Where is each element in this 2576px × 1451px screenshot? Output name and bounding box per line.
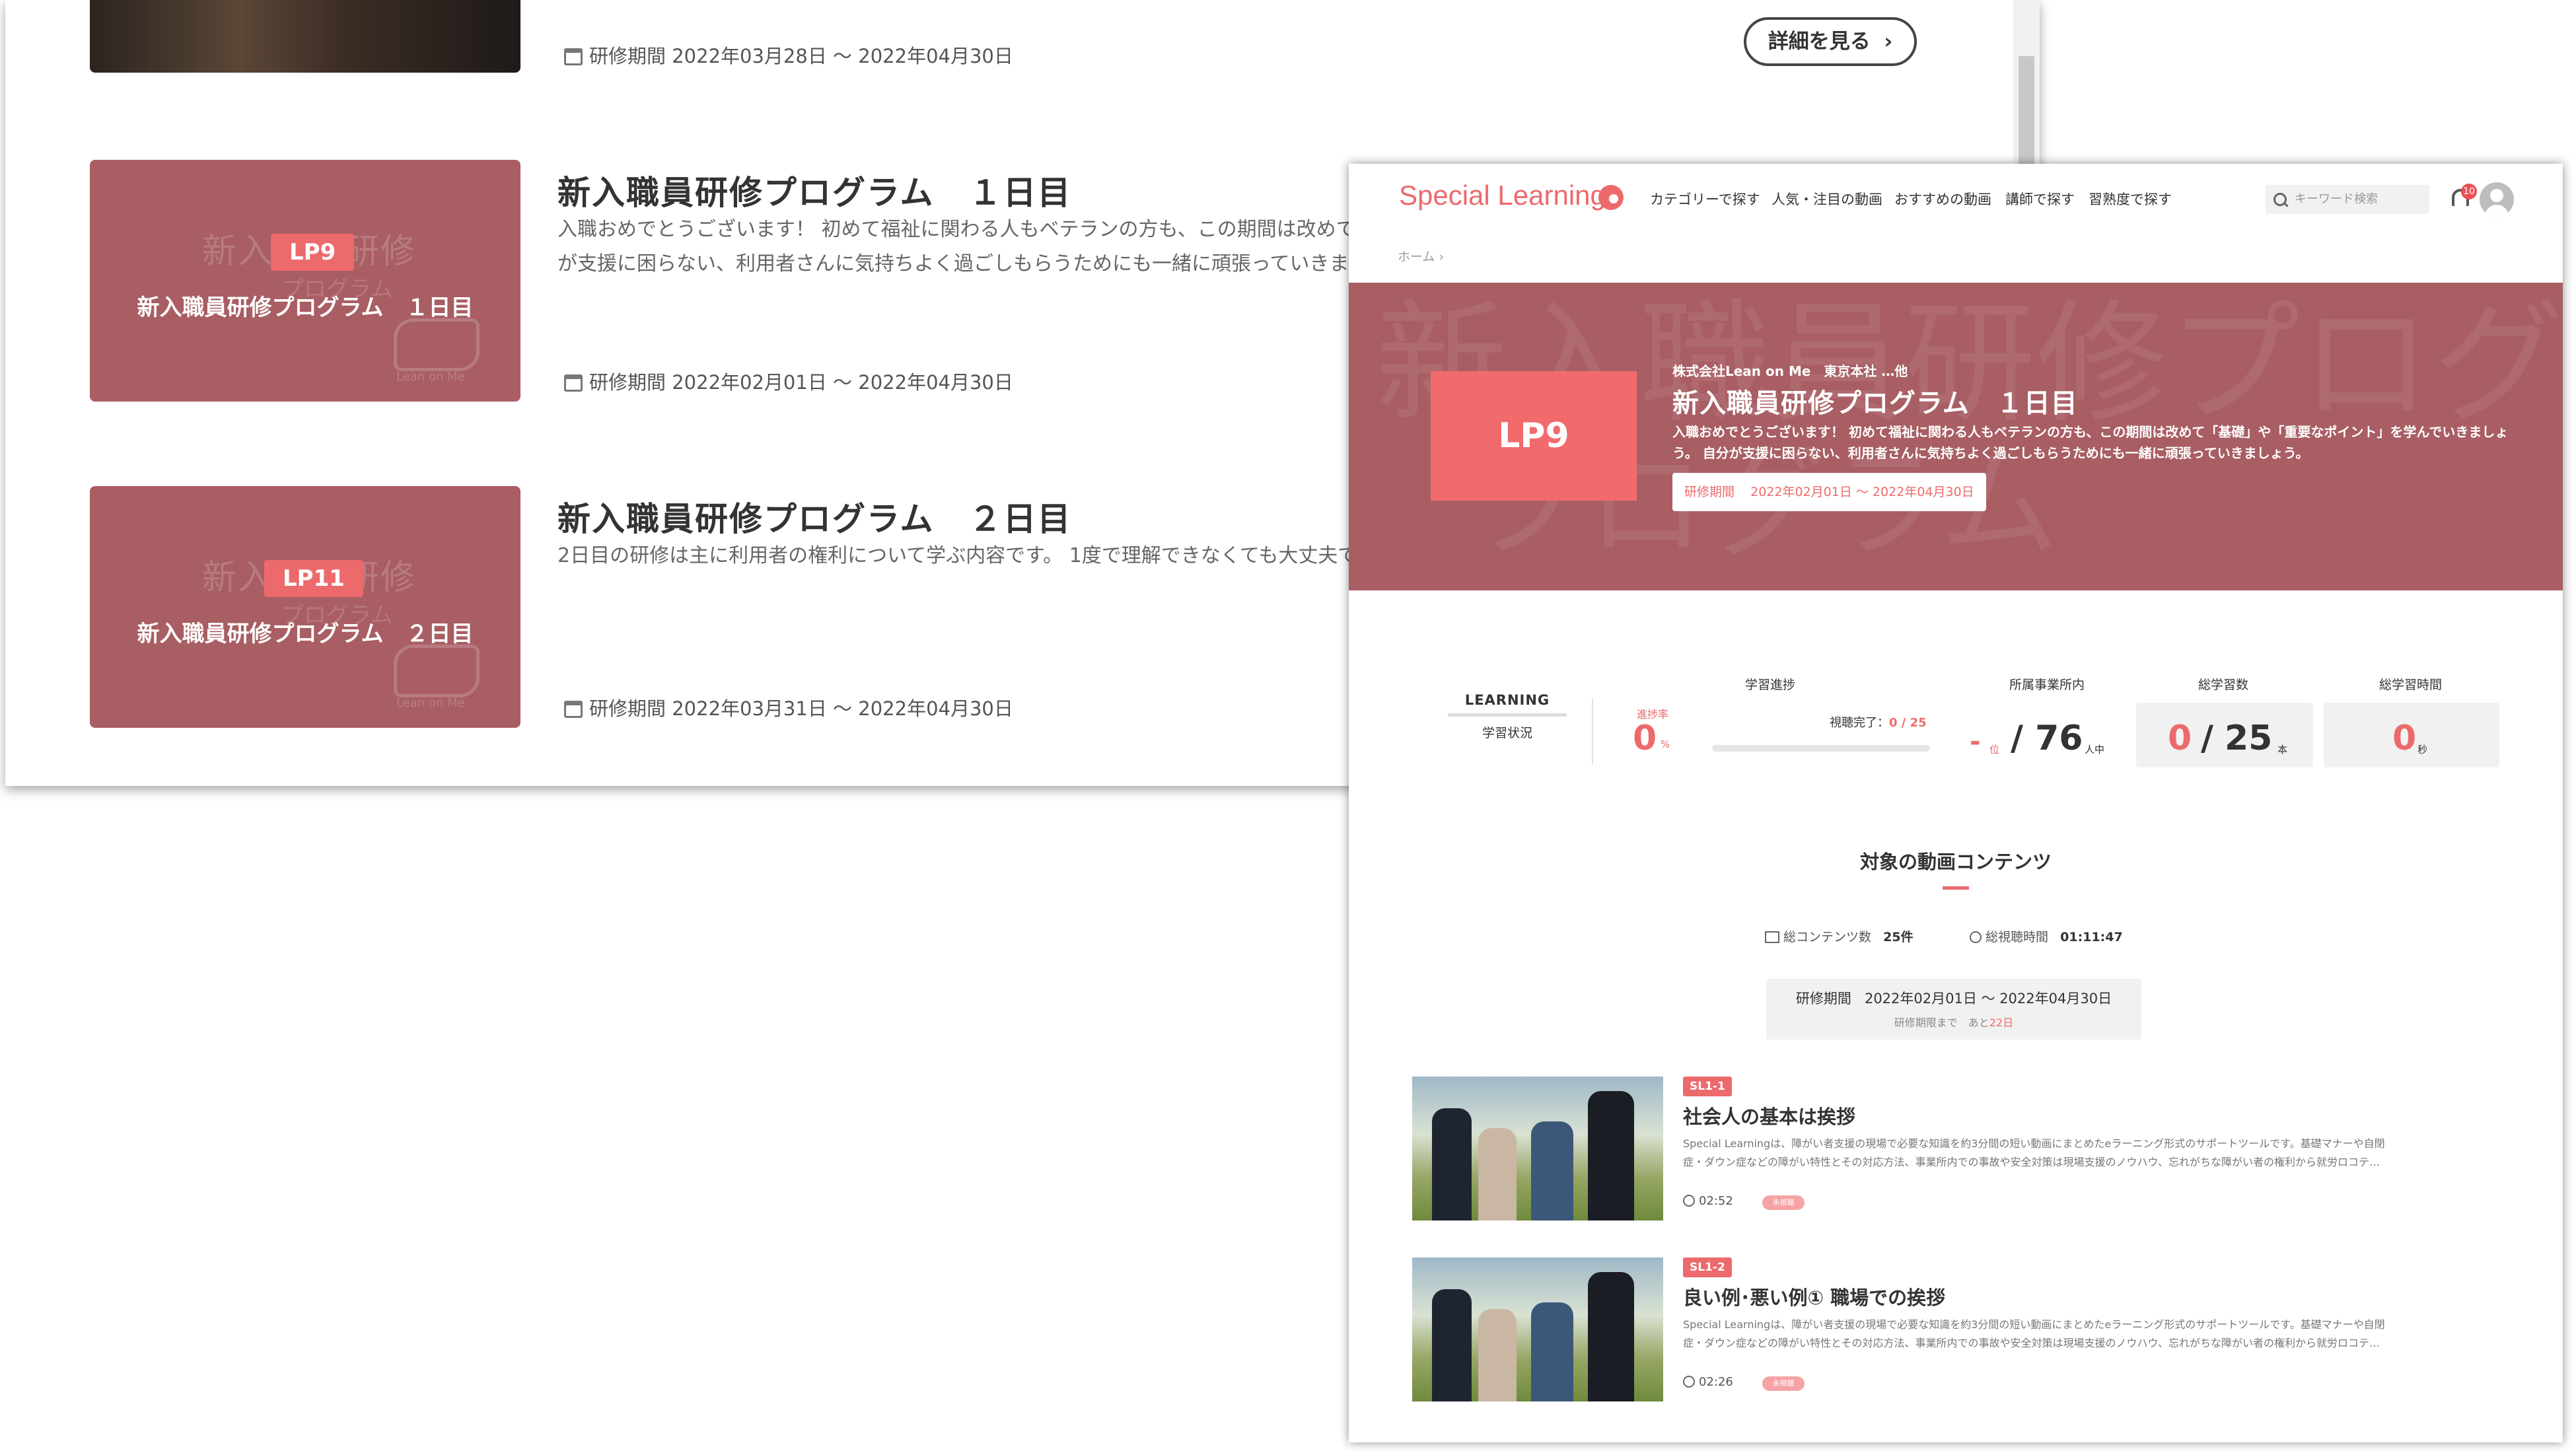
chevron-right-icon: › [1884,30,1893,53]
progress-label: 学習進捗 [1745,678,1796,692]
content-count: 総コンテンツ数 25件 [1765,927,1914,945]
video-duration: 02:26 [1683,1375,1733,1389]
progress-bar [1712,745,1930,752]
status-badge: 未視聴 [1762,1376,1805,1391]
video-thumbnail[interactable] [1412,1077,1663,1221]
department-label: 所属事業所内 [2009,678,2085,692]
calendar-icon [564,374,583,392]
thumbnail-title: 新入職員研修プログラム １日目 [137,295,474,321]
video-description: Special Learningは、障がい者支援の現場で必要な知識を約3分間の短… [1683,1318,2385,1349]
notification-badge: 10 [2461,184,2477,199]
clock-icon [1683,1195,1695,1207]
program-period: 研修期間 2022年03月28日 〜 2022年04月30日 [564,41,1013,69]
learning-stats: LEARNING 学習状況 学習進捗 進捗率 0 % 視聴完了：0 / 25 所… [1349,666,2563,767]
program-thumbnail-photo[interactable] [90,0,520,73]
training-period-box: 研修期間 2022年02月01日 〜 2022年04月30日 研修期限まで あと… [1766,979,2141,1040]
period-badge: 研修期間 2022年02月01日 〜 2022年04月30日 [1672,473,1986,511]
lean-on-me-logo [394,318,480,371]
page-title: 新入職員研修プログラム １日目 [1672,388,2078,419]
nav-category[interactable]: カテゴリーで探す [1650,189,1760,209]
search-icon [2273,193,2287,206]
status-badge: 未視聴 [1762,1195,1805,1210]
breadcrumb[interactable]: ホーム › [1398,247,1444,265]
watched-count: 視聴完了：0 / 25 [1830,716,1927,730]
organization-name: 株式会社Lean on Me 東京本社 …他 [1672,363,1908,379]
nav-instructor[interactable]: 講師で探す [2005,189,2075,209]
total-watch-time: 総視聴時間 01:11:47 [1970,927,2123,945]
lean-on-me-logo [394,645,480,697]
nav-popular[interactable]: 人気・注目の動画 [1771,189,1882,209]
video-list-item[interactable]: SL1-1 社会人の基本は挨拶 Special Learningは、障がい者支援… [1412,1077,2495,1228]
video-title[interactable]: 社会人の基本は挨拶 [1683,1102,1855,1129]
site-logo[interactable]: Special Learning [1399,180,1606,211]
site-header: Special Learning カテゴリーで探す 人気・注目の動画 おすすめの… [1349,164,2563,236]
video-tag: SL1-2 [1683,1257,1732,1277]
total-time-label: 総学習時間 [2379,678,2443,692]
program-description: 入職おめでとうございます！ 初めて福祉に関わる人もベテランの方も、この期間は改め… [1672,424,2509,461]
avatar[interactable] [2480,182,2514,217]
video-list-item[interactable]: SL1-2 良い例･悪い例① 職場での挨拶 Special Learningは、… [1412,1257,2495,1409]
program-thumbnail[interactable]: 新入職員研修 プログラム LP9 新入職員研修プログラム １日目 Lean on… [90,160,520,402]
section-title: 対象の動画コンテンツ [1859,851,2052,873]
scrollbar-thumb[interactable] [2019,56,2034,165]
nav-proficiency[interactable]: 習熟度で探す [2089,189,2172,209]
video-duration: 02:52 [1683,1194,1733,1208]
search-input[interactable]: キーワード検索 [2266,185,2429,214]
total-count-label: 総学習数 [2198,678,2249,692]
calendar-icon [564,701,583,718]
program-period: 研修期間 2022年03月31日 〜 2022年04月30日 [564,693,1013,721]
total-count-max: 25 [2225,719,2273,758]
calendar-icon [564,48,583,65]
thumbnail-title: 新入職員研修プログラム ２日目 [137,621,474,647]
video-title[interactable]: 良い例･悪い例① 職場での挨拶 [1683,1283,1945,1310]
nav-recommended[interactable]: おすすめの動画 [1894,189,1991,209]
notification-bell[interactable]: 10 [2449,184,2477,210]
video-description: Special Learningは、障がい者支援の現場で必要な知識を約3分間の短… [1683,1137,2385,1168]
learning-status-label: LEARNING 学習状況 [1448,692,1567,741]
program-hero: 新入職員研修プログラム プログラム LP9 株式会社Lean on Me 東京本… [1349,283,2563,590]
program-period: 研修期間 2022年02月01日 〜 2022年04月30日 [564,367,1013,395]
department-total: / 76 [2011,719,2083,758]
program-badge: LP9 [1431,371,1637,501]
program-badge: LP9 [271,234,355,271]
logo-mark-icon [1598,185,1624,210]
program-badge: LP11 [264,560,363,597]
clock-icon [1970,931,1982,943]
video-icon [1765,931,1779,943]
program-thumbnail[interactable]: 新入職員研修 プログラム LP11 新入職員研修プログラム ２日目 Lean o… [90,486,520,728]
detail-button[interactable]: 詳細を見る › [1744,17,1917,66]
video-tag: SL1-1 [1683,1077,1732,1096]
total-count-value: 0 [2168,719,2192,758]
department-rank: - [1970,726,1981,757]
clock-icon [1683,1376,1695,1388]
video-thumbnail[interactable] [1412,1257,1663,1401]
program-title[interactable]: 新入職員研修プログラム １日目 [557,166,1072,214]
progress-rate: 0 [1633,719,1657,758]
program-title[interactable]: 新入職員研修プログラム ２日目 [557,493,1072,540]
total-time-value: 0 [2392,719,2417,758]
program-detail-window: Special Learning カテゴリーで探す 人気・注目の動画 おすすめの… [1349,164,2563,1442]
